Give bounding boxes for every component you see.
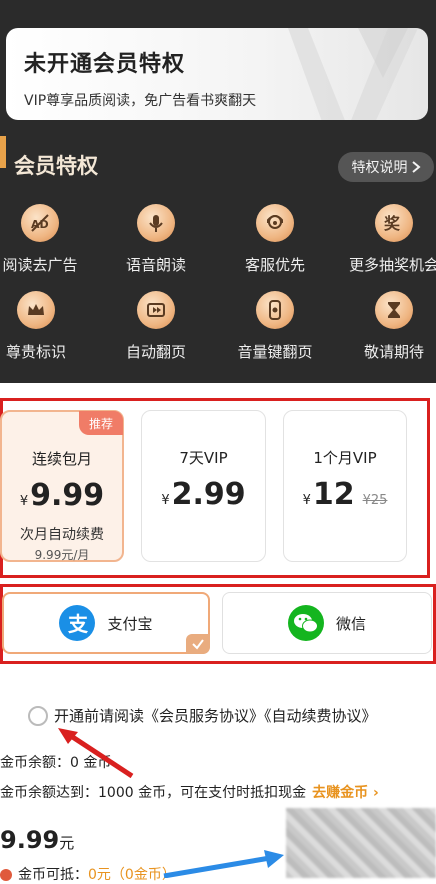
plan-note: 次月自动续费: [20, 527, 104, 543]
feature-label: 自动翻页: [125, 343, 186, 361]
feature-label: 尊贵标识: [5, 343, 66, 361]
coin-balance: 金币余额：0 金币: [0, 755, 112, 771]
feature-volume-page[interactable]: 音量键翻页: [225, 291, 325, 362]
selected-check-icon: [186, 634, 210, 654]
wechat-icon: [287, 605, 324, 641]
wechat-label: 微信: [335, 614, 366, 633]
alipay-option[interactable]: 支 支付宝: [2, 592, 210, 654]
recommend-badge: 推荐: [79, 411, 123, 435]
member-status-card[interactable]: 未开通会员特权 VIP尊享品质阅读，免广告看书爽翻天: [6, 28, 428, 120]
plan-subnote: 9.99元/月: [34, 548, 90, 562]
vip-watermark-icon: [288, 28, 418, 120]
coin-threshold-row: 金币余额达到：1000 金币，可在支付时抵扣现金 去赚金币 ›: [0, 782, 379, 802]
feature-label: 语音朗读: [125, 256, 186, 274]
feature-lottery[interactable]: 奖 更多抽奖机会: [344, 204, 436, 275]
currency: ¥: [161, 493, 170, 508]
hourglass-icon: [375, 291, 413, 329]
coin-threshold-text: 金币余额达到：1000 金币，可在支付时抵扣现金: [0, 785, 307, 801]
feature-auto-page[interactable]: 自动翻页: [106, 291, 206, 362]
no-ad-icon: AD: [21, 204, 59, 242]
plan-monthly-auto[interactable]: 推荐 连续包月 ¥ 9.99 次月自动续费 9.99元/月: [0, 410, 124, 562]
feature-service-priority[interactable]: 客服优先: [225, 204, 325, 275]
coin-deduct-label: 金币可抵：: [18, 867, 88, 883]
feature-no-ad[interactable]: AD 阅读去广告: [0, 204, 90, 275]
plan-price: ¥ 2.99: [142, 477, 265, 512]
coin-deduct-toggle-icon[interactable]: [0, 869, 12, 881]
plan-1-month[interactable]: 1个月VIP ¥ 12 ¥25: [283, 410, 407, 562]
feature-label: 敬请期待: [363, 343, 424, 361]
price-amount: 9.99: [30, 478, 105, 513]
feature-label: 音量键翻页: [237, 343, 313, 361]
alipay-label: 支付宝: [107, 614, 153, 633]
feature-badge[interactable]: 尊贵标识: [0, 291, 86, 362]
plan-name: 7天VIP: [179, 449, 228, 467]
privilege-explain-label: 特权说明: [351, 160, 408, 176]
privilege-explain-button[interactable]: 特权说明: [338, 152, 434, 182]
total-price: 9.99元: [0, 826, 74, 854]
wechat-option[interactable]: 微信: [222, 592, 432, 654]
auto-page-icon: [137, 291, 175, 329]
feature-voice-read[interactable]: 语音朗读: [106, 204, 206, 275]
member-title: 未开通会员特权: [24, 52, 186, 77]
blue-annotation-arrow: [163, 850, 284, 878]
agreement-text[interactable]: 开通前请阅读《会员服务协议》《自动续费协议》: [54, 705, 377, 726]
plan-name: 连续包月: [31, 450, 92, 468]
original-price: ¥25: [362, 493, 388, 508]
feature-label: 更多抽奖机会: [348, 256, 436, 274]
alipay-icon: 支: [59, 605, 96, 641]
plan-name: 1个月VIP: [313, 449, 377, 467]
price-amount: 2.99: [171, 477, 246, 512]
microphone-icon: [137, 204, 175, 242]
plan-price: ¥ 9.99: [2, 478, 122, 513]
coin-deduct-row: 金币可抵：0元（0金币）: [0, 864, 176, 884]
svg-text:支: 支: [68, 612, 89, 636]
section-accent-bar: [0, 136, 6, 168]
member-subtitle: VIP尊享品质阅读，免广告看书爽翻天: [24, 93, 257, 109]
agreement-row[interactable]: 开通前请阅读《会员服务协议》《自动续费协议》: [28, 705, 377, 726]
feature-coming-soon[interactable]: 敬请期待: [344, 291, 436, 362]
feature-label: 客服优先: [244, 256, 305, 274]
privileges-title: 会员特权: [14, 154, 98, 178]
plan-7-day[interactable]: 7天VIP ¥ 2.99: [141, 410, 266, 562]
chevron-right-icon: [411, 161, 421, 173]
volume-key-icon: [256, 291, 294, 329]
coin-deduct-value: 0元（0金币）: [88, 867, 176, 883]
total-unit: 元: [59, 834, 75, 852]
earn-coins-link[interactable]: 去赚金币 ›: [312, 785, 379, 801]
svg-text:奖: 奖: [384, 214, 401, 233]
customer-service-icon: [256, 204, 294, 242]
total-amount: 9.99: [0, 826, 60, 854]
pay-button-blurred[interactable]: [286, 808, 436, 878]
currency: ¥: [19, 494, 29, 509]
plan-price: ¥ 12 ¥25: [284, 477, 406, 512]
crown-icon: [17, 291, 55, 329]
lottery-icon: 奖: [375, 204, 413, 242]
price-amount: 12: [312, 477, 355, 512]
currency: ¥: [302, 493, 311, 508]
feature-label: 阅读去广告: [2, 256, 78, 274]
agreement-radio[interactable]: [28, 705, 48, 726]
